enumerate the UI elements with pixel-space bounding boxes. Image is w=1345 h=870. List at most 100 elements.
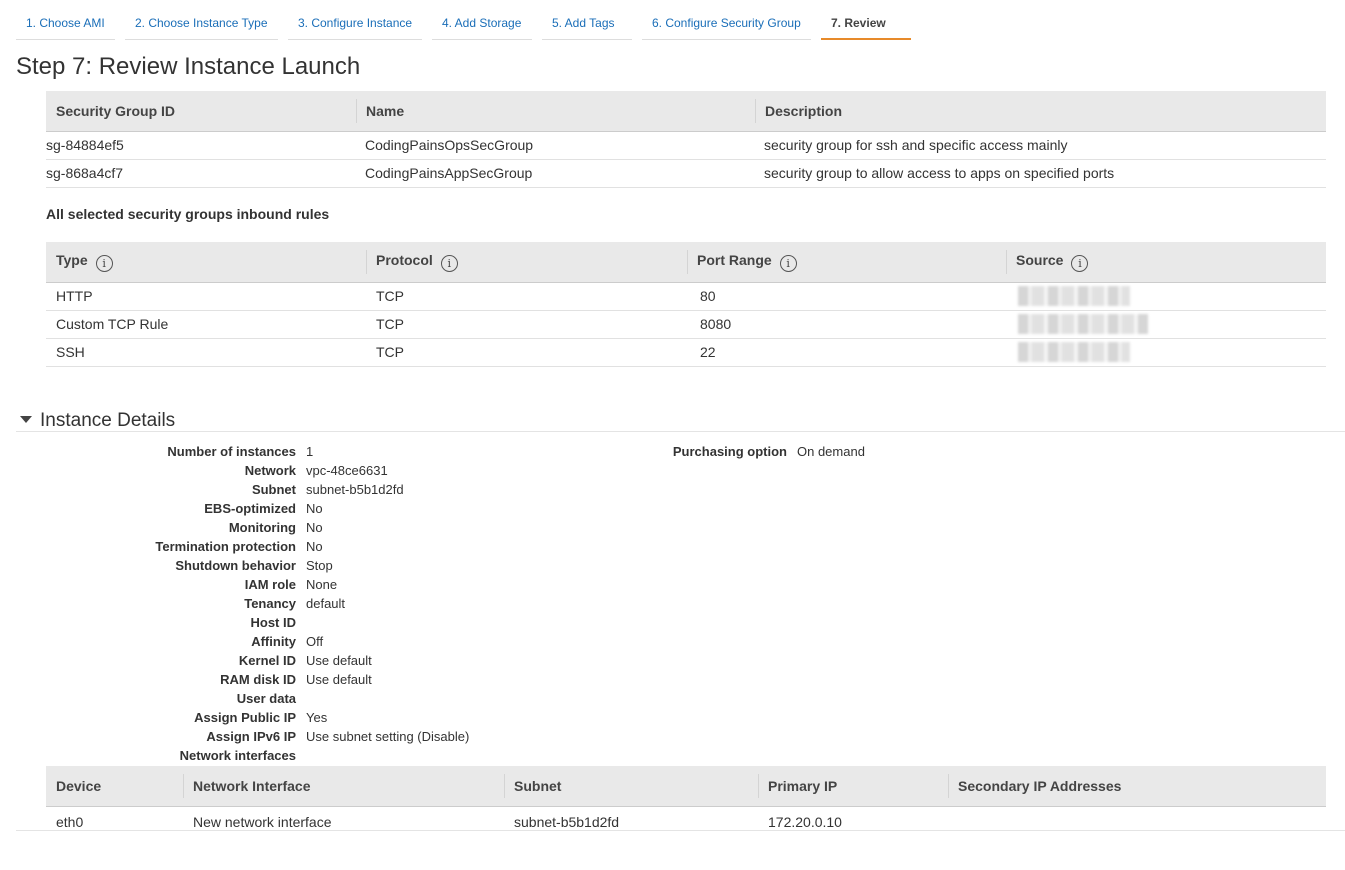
table-row: sg-868a4cf7 CodingPainsAppSecGroup secur…: [46, 159, 1326, 188]
inbound-rules-table: Type i Protocol i Port Range i Source i HTTP…: [46, 242, 1326, 367]
header-description: Description: [755, 91, 1326, 132]
detail-value: Off: [306, 634, 324, 649]
detail-row: User data: [46, 689, 306, 708]
purchasing-option: Purchasing option On demand: [586, 442, 865, 461]
detail-label: RAM disk ID: [220, 672, 296, 687]
detail-label: Network interfaces: [179, 748, 296, 763]
detail-row: RAM disk ID Use default: [46, 670, 372, 689]
header-port-range: Port Range i: [687, 242, 1006, 283]
table-row: Custom TCP Rule TCP 8080: [46, 310, 1326, 339]
detail-label: Shutdown behavior: [175, 558, 296, 573]
rule-type: SSH: [46, 338, 366, 367]
header-source-label: Source: [1016, 251, 1064, 268]
purchasing-option-label: Purchasing option: [672, 444, 787, 459]
rule-type: Custom TCP Rule: [46, 310, 366, 339]
detail-value: vpc-48ce6631: [306, 463, 388, 478]
section-divider: [16, 830, 1345, 831]
detail-label: Assign Public IP: [194, 710, 296, 725]
info-icon[interactable]: i: [779, 254, 797, 272]
step-review[interactable]: 7. Review: [821, 8, 911, 40]
redacted-source: [1018, 286, 1130, 306]
header-network-interface: Network Interface: [183, 766, 504, 807]
detail-label: Termination protection: [155, 539, 296, 554]
detail-label: Kernel ID: [238, 653, 296, 668]
detail-value: 1: [306, 444, 314, 459]
security-group-name: CodingPainsAppSecGroup: [356, 159, 755, 188]
security-groups-table: Security Group ID Name Description sg-84…: [46, 91, 1326, 188]
header-name: Name: [356, 91, 755, 132]
header-primary-ip: Primary IP: [758, 766, 948, 807]
info-icon[interactable]: i: [1071, 254, 1089, 272]
redacted-source: [1018, 342, 1130, 362]
detail-row: Affinity Off: [46, 632, 323, 651]
rule-type: HTTP: [46, 282, 366, 311]
page-title: Step 7: Review Instance Launch: [16, 53, 361, 80]
rule-source: [1006, 338, 1326, 367]
redacted-source: [1018, 314, 1148, 334]
table-row: sg-84884ef5 CodingPainsOpsSecGroup secur…: [46, 131, 1326, 160]
detail-label: Host ID: [250, 615, 297, 630]
detail-value: Use subnet setting (Disable): [306, 729, 470, 744]
step-configure-security-group[interactable]: 6. Configure Security Group: [642, 8, 811, 40]
detail-label: EBS-optimized: [204, 501, 296, 516]
instance-details-toggle[interactable]: Instance Details: [16, 408, 1345, 432]
step-add-storage[interactable]: 4. Add Storage: [432, 8, 532, 40]
detail-label: Assign IPv6 IP: [206, 729, 296, 744]
detail-row: Network vpc-48ce6631: [46, 461, 388, 480]
detail-value: Yes: [306, 710, 328, 725]
detail-value: None: [306, 577, 338, 592]
step-configure-instance[interactable]: 3. Configure Instance: [288, 8, 422, 40]
device: eth0: [56, 814, 84, 831]
primary-ip: 172.20.0.10: [768, 814, 842, 831]
network-interface: New network interface: [193, 814, 332, 831]
caret-down-icon: [20, 416, 32, 423]
step-choose-instance-type[interactable]: 2. Choose Instance Type: [125, 8, 278, 40]
detail-value: Stop: [306, 558, 333, 573]
detail-row: Assign Public IP Yes: [46, 708, 327, 727]
detail-row: Shutdown behavior Stop: [46, 556, 332, 575]
header-security-group-id: Security Group ID: [46, 91, 356, 132]
info-icon[interactable]: i: [440, 254, 458, 272]
rule-source: [1006, 282, 1326, 311]
detail-label: Monitoring: [228, 520, 296, 535]
rule-port-range: 8080: [687, 310, 1006, 339]
header-type: Type i: [46, 242, 366, 283]
detail-value: No: [306, 520, 323, 535]
detail-row: IAM role None: [46, 575, 337, 594]
detail-label: Network: [244, 463, 296, 478]
detail-value: default: [306, 596, 346, 611]
step-choose-ami[interactable]: 1. Choose AMI: [16, 8, 115, 40]
detail-label: IAM role: [244, 577, 296, 592]
table-row: eth0 New network interface subnet-b5b1d2…: [46, 806, 1326, 838]
security-group-id: sg-84884ef5: [46, 131, 356, 160]
detail-label: User data: [236, 691, 296, 706]
rule-source: [1006, 310, 1326, 339]
instance-details-title: Instance Details: [40, 410, 176, 431]
detail-row: Kernel ID Use default: [46, 651, 372, 670]
rule-port-range: 80: [687, 282, 1006, 311]
header-secondary-ip-addresses: Secondary IP Addresses: [948, 766, 1326, 807]
instance-details-list: Number of instances 1 Network vpc-48ce6631…: [46, 442, 469, 765]
rule-protocol: TCP: [366, 338, 687, 367]
detail-label: Affinity: [251, 634, 296, 649]
detail-value: subnet-b5b1d2fd: [306, 482, 404, 497]
header-type-label: Type: [56, 251, 88, 268]
detail-label: Subnet: [251, 482, 296, 497]
detail-row: Host ID: [46, 613, 306, 632]
security-group-name: CodingPainsOpsSecGroup: [356, 131, 755, 160]
security-group-id: sg-868a4cf7: [46, 159, 356, 188]
detail-row: Termination protection No: [46, 537, 322, 556]
network-interfaces-table: Device Network Interface Subnet Primary …: [46, 766, 1326, 838]
table-row: HTTP TCP 80: [46, 282, 1326, 311]
header-protocol-label: Protocol: [376, 251, 433, 268]
secondary-ip-addresses: [948, 806, 1326, 838]
table-row: SSH TCP 22: [46, 338, 1326, 367]
rule-port-range: 22: [687, 338, 1006, 367]
detail-value: No: [306, 539, 323, 554]
detail-value: Use default: [306, 653, 372, 668]
info-icon[interactable]: i: [95, 254, 113, 272]
step-add-tags[interactable]: 5. Add Tags: [542, 8, 632, 40]
detail-label: Number of instances: [167, 444, 296, 459]
header-port-range-label: Port Range: [697, 251, 772, 268]
purchasing-option-value: On demand: [797, 444, 865, 459]
